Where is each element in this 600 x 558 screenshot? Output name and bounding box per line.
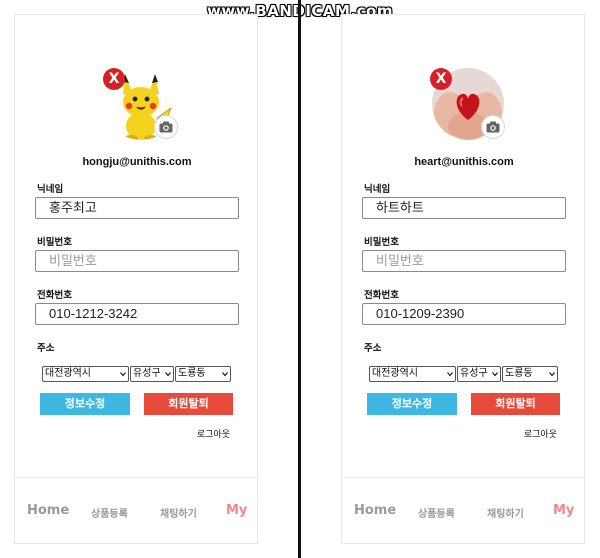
address-label: 주소 [37, 343, 55, 354]
bottom-nav: Home 상품등록 채팅하기 My [342, 477, 584, 544]
close-x-icon: X [108, 71, 120, 87]
district-select-value: 유성구 [133, 368, 161, 379]
phone-screen-left: X hongju@unithis.com 닉네임 홍주최고 비밀번호 비밀번호 … [14, 14, 258, 544]
change-photo-button[interactable] [154, 115, 178, 139]
nav-product-register[interactable]: 상품등록 [418, 505, 455, 520]
phone-input[interactable]: 010-1209-2390 [362, 303, 566, 325]
camera-icon [486, 121, 500, 133]
chevron-down-icon [222, 372, 228, 377]
bottom-nav: Home 상품등록 채팅하기 My [15, 477, 257, 544]
nav-home[interactable]: Home [354, 503, 396, 518]
nickname-label: 닉네임 [37, 184, 64, 195]
dong-select-value: 도룡동 [178, 368, 206, 379]
dong-select[interactable]: 도룡동 [502, 366, 558, 382]
chevron-down-icon [447, 372, 453, 377]
nickname-input[interactable]: 홍주최고 [35, 197, 239, 219]
dong-select[interactable]: 도룡동 [175, 366, 231, 382]
password-input[interactable]: 비밀번호 [35, 250, 239, 272]
district-select[interactable]: 유성구 [130, 366, 174, 382]
profile-avatar-group: X [430, 68, 505, 140]
edit-info-button[interactable]: 정보수정 [40, 393, 130, 415]
nickname-label: 닉네임 [364, 184, 391, 195]
withdraw-button[interactable]: 회원탈퇴 [144, 393, 233, 415]
password-label: 비밀번호 [364, 237, 399, 248]
district-select[interactable]: 유성구 [457, 366, 501, 382]
logout-link[interactable]: 로그아웃 [197, 427, 230, 440]
city-select[interactable]: 대전광역시 [42, 366, 129, 382]
city-select[interactable]: 대전광역시 [369, 366, 456, 382]
city-select-value: 대전광역시 [45, 368, 91, 379]
withdraw-button[interactable]: 회원탈퇴 [471, 393, 560, 415]
chevron-down-icon [120, 372, 126, 377]
nav-my[interactable]: My [553, 503, 574, 518]
nav-chat[interactable]: 채팅하기 [160, 505, 197, 520]
chevron-down-icon [492, 372, 498, 377]
delete-photo-button[interactable]: X [430, 68, 452, 90]
delete-photo-button[interactable]: X [103, 68, 125, 90]
phone-input[interactable]: 010-1212-3242 [35, 303, 239, 325]
user-email: hongju@unithis.com [82, 156, 192, 168]
user-email: heart@unithis.com [414, 156, 514, 168]
chevron-down-icon [549, 372, 555, 377]
camera-icon [159, 121, 173, 133]
chevron-down-icon [165, 372, 171, 377]
phone-label: 전화번호 [364, 290, 399, 301]
logout-link[interactable]: 로그아웃 [524, 427, 557, 440]
edit-info-button[interactable]: 정보수정 [367, 393, 457, 415]
nav-product-register[interactable]: 상품등록 [91, 505, 128, 520]
city-select-value: 대전광역시 [372, 368, 418, 379]
nickname-input[interactable]: 하트하트 [362, 197, 566, 219]
district-select-value: 유성구 [460, 368, 488, 379]
profile-avatar-group: X [103, 68, 178, 140]
nav-chat[interactable]: 채팅하기 [487, 505, 524, 520]
password-input[interactable]: 비밀번호 [362, 250, 566, 272]
dong-select-value: 도룡동 [505, 368, 533, 379]
phone-label: 전화번호 [37, 290, 72, 301]
phone-screen-right: X heart@unithis.com 닉네임 하트하트 비밀번호 비밀번호 전… [341, 14, 585, 544]
nav-home[interactable]: Home [27, 503, 69, 518]
close-x-icon: X [435, 71, 447, 87]
address-label: 주소 [364, 343, 382, 354]
screen-divider [298, 0, 301, 558]
change-photo-button[interactable] [481, 115, 505, 139]
password-label: 비밀번호 [37, 237, 72, 248]
nav-my[interactable]: My [226, 503, 247, 518]
